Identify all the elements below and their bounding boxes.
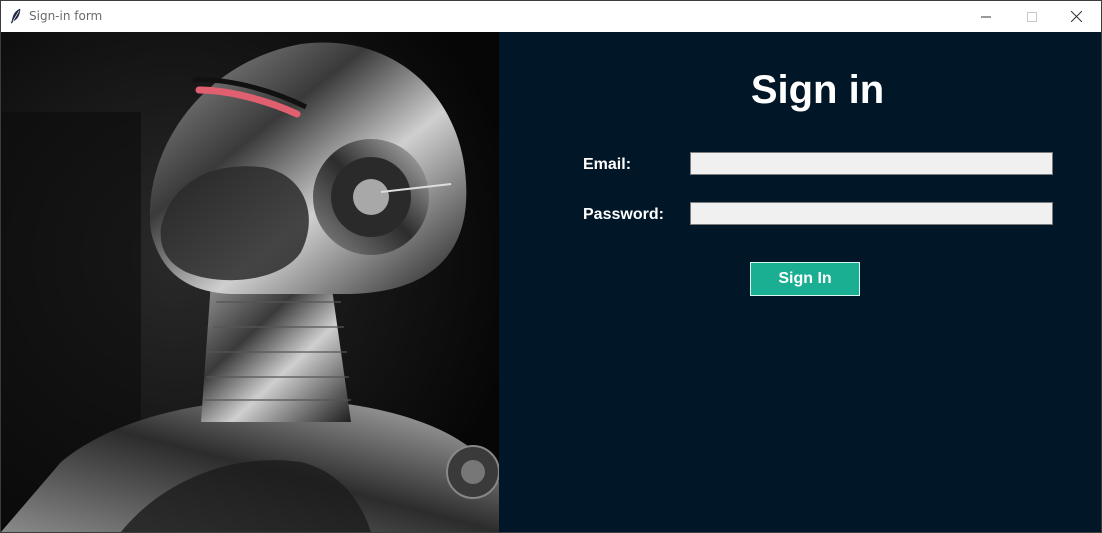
title-bar[interactable]: Sign-in form xyxy=(1,1,1101,32)
maximize-icon xyxy=(1027,11,1037,22)
robot-illustration xyxy=(1,32,499,532)
feather-icon xyxy=(9,8,23,24)
app-window: Sign-in form Sign in Email: Password: Si… xyxy=(0,0,1102,533)
close-button[interactable] xyxy=(1053,1,1099,32)
page-title: Sign in xyxy=(750,68,885,112)
email-label: Email: xyxy=(583,156,632,173)
sign-in-button[interactable]: Sign In xyxy=(750,262,860,296)
window-content: Sign in Email: Password: Sign In xyxy=(1,32,1101,532)
email-field[interactable] xyxy=(690,152,1053,175)
maximize-button[interactable] xyxy=(1009,1,1055,32)
robot-image xyxy=(1,32,499,532)
window-title: Sign-in form xyxy=(29,9,103,23)
password-field[interactable] xyxy=(690,202,1053,225)
minimize-button[interactable] xyxy=(963,1,1009,32)
password-label: Password: xyxy=(583,206,664,223)
close-icon xyxy=(1070,11,1082,22)
sign-in-panel: Sign in Email: Password: Sign In xyxy=(499,32,1101,532)
minimize-icon xyxy=(981,12,991,22)
